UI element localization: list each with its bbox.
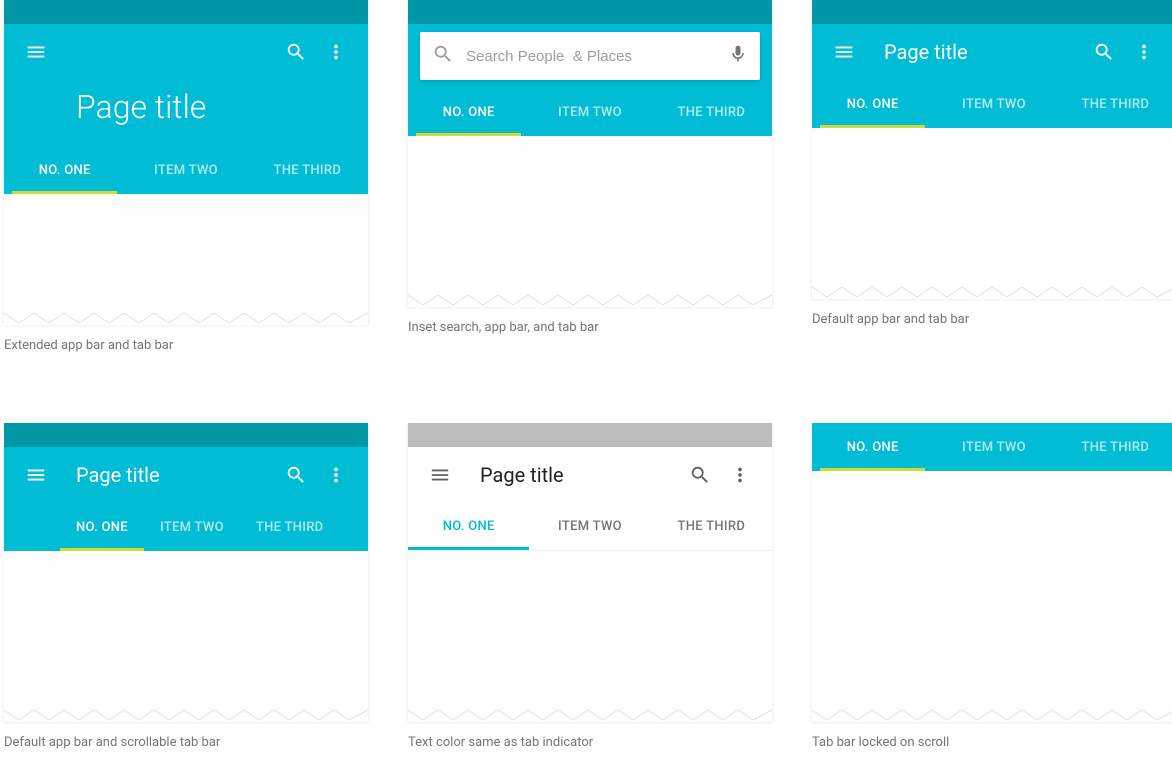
search-box[interactable] <box>420 32 760 80</box>
tab-three[interactable]: THE THIRD <box>1055 80 1172 128</box>
example-default: Page title NO. ONE ITEM TWO THE THIRD <box>812 0 1172 353</box>
mic-icon[interactable] <box>728 44 748 68</box>
example-locked: NO. ONE ITEM TWO THE THIRD Tab bar locke… <box>812 423 1172 750</box>
tab-three[interactable]: THE THIRD <box>651 503 772 550</box>
app-bar <box>408 24 772 88</box>
menu-icon[interactable] <box>420 455 460 495</box>
device-frame: Page title NO. ONE ITEM TWO THE THIRD <box>408 423 772 721</box>
content-area <box>4 551 368 721</box>
tab-one[interactable]: NO. ONE <box>812 80 933 128</box>
search-icon[interactable] <box>276 455 316 495</box>
example-caption: Extended app bar and tab bar <box>4 338 368 353</box>
status-bar <box>4 0 368 24</box>
tab-bar: NO. ONE ITEM TWO THE THIRD <box>408 503 772 551</box>
tab-three[interactable]: THE THIRD <box>247 146 368 194</box>
device-frame: Page title NO. ONE ITEM TWO THE THIRD <box>4 0 368 324</box>
more-icon[interactable] <box>316 32 356 72</box>
app-bar: Page title <box>4 24 368 146</box>
app-bar: Page title <box>408 447 772 503</box>
tab-bar: NO. ONE ITEM TWO THE THIRD <box>4 146 368 194</box>
example-caption: Inset search, app bar, and tab bar <box>408 320 772 335</box>
torn-edge <box>4 708 368 722</box>
tab-bar: NO. ONE ITEM TWO THE THIRD <box>812 80 1172 128</box>
page-title: Page title <box>4 80 368 146</box>
more-icon[interactable] <box>720 455 760 495</box>
tab-one[interactable]: NO. ONE <box>408 503 529 550</box>
page-title: Page title <box>460 463 680 487</box>
more-icon[interactable] <box>316 455 356 495</box>
search-input[interactable] <box>454 48 728 65</box>
content-area <box>812 128 1172 298</box>
tab-one[interactable]: NO. ONE <box>4 146 125 194</box>
status-bar <box>408 0 772 24</box>
torn-edge <box>812 285 1172 299</box>
search-icon[interactable] <box>276 32 316 72</box>
menu-icon[interactable] <box>16 32 56 72</box>
status-bar <box>4 423 368 447</box>
page-title: Page title <box>56 463 276 487</box>
app-bar: Page title <box>812 24 1172 80</box>
search-icon[interactable] <box>680 455 720 495</box>
search-icon[interactable] <box>1084 32 1124 72</box>
example-caption: Default app bar and tab bar <box>812 312 1172 327</box>
device-frame: Page title NO. ONE ITEM TWO THE THIRD <box>4 423 368 721</box>
tab-two[interactable]: ITEM TWO <box>529 88 650 136</box>
tab-three[interactable]: THE THIRD <box>1055 423 1172 471</box>
torn-edge <box>408 708 772 722</box>
tab-one[interactable]: NO. ONE <box>408 88 529 136</box>
tab-bar: NO. ONE ITEM TWO THE THIRD <box>812 423 1172 471</box>
device-frame: NO. ONE ITEM TWO THE THIRD <box>408 0 772 306</box>
search-icon <box>432 43 454 69</box>
content-area <box>4 194 368 324</box>
tab-two[interactable]: ITEM TWO <box>933 80 1054 128</box>
menu-icon[interactable] <box>824 32 864 72</box>
content-area <box>812 471 1172 721</box>
examples-grid: Page title NO. ONE ITEM TWO THE THIRD Ex… <box>0 0 1172 770</box>
tab-two[interactable]: ITEM TWO <box>529 503 650 550</box>
more-icon[interactable] <box>1124 32 1164 72</box>
device-frame: NO. ONE ITEM TWO THE THIRD <box>812 423 1172 721</box>
example-caption: Text color same as tab indicator <box>408 735 772 750</box>
example-caption: Default app bar and scrollable tab bar <box>4 735 368 750</box>
content-area <box>408 136 772 306</box>
example-inset-search: NO. ONE ITEM TWO THE THIRD Inset search,… <box>408 0 772 353</box>
tab-three[interactable]: THE THIRD <box>651 88 772 136</box>
example-scrollable: Page title NO. ONE ITEM TWO THE THIRD <box>4 423 368 750</box>
device-frame: Page title NO. ONE ITEM TWO THE THIRD <box>812 0 1172 298</box>
content-area <box>408 551 772 721</box>
example-caption: Tab bar locked on scroll <box>812 735 1172 750</box>
menu-icon[interactable] <box>16 455 56 495</box>
tab-two[interactable]: ITEM TWO <box>125 146 246 194</box>
tab-bar[interactable]: NO. ONE ITEM TWO THE THIRD <box>4 503 368 551</box>
example-light: Page title NO. ONE ITEM TWO THE THIRD <box>408 423 772 750</box>
tab-one[interactable]: NO. ONE <box>812 423 933 471</box>
tab-three[interactable]: THE THIRD <box>240 503 340 551</box>
status-bar <box>812 0 1172 24</box>
torn-edge <box>812 708 1172 722</box>
tab-two[interactable]: ITEM TWO <box>933 423 1054 471</box>
torn-edge <box>4 311 368 325</box>
tab-bar: NO. ONE ITEM TWO THE THIRD <box>408 88 772 136</box>
tab-two[interactable]: ITEM TWO <box>144 503 240 551</box>
torn-edge <box>408 293 772 307</box>
status-bar <box>408 423 772 447</box>
app-bar: Page title <box>4 447 368 503</box>
tab-one[interactable]: NO. ONE <box>60 503 144 551</box>
example-extended: Page title NO. ONE ITEM TWO THE THIRD Ex… <box>4 0 368 353</box>
page-title: Page title <box>864 40 1084 64</box>
